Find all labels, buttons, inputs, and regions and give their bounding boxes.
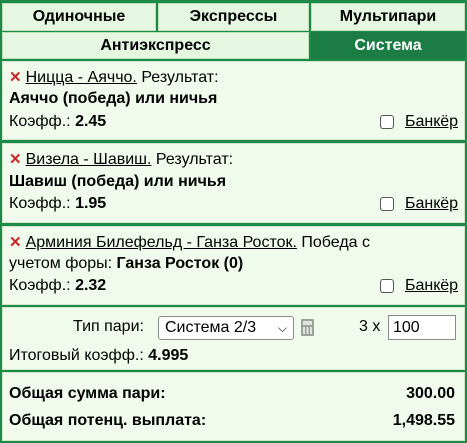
event-link[interactable]: Визела - Шавиш. [26,151,152,168]
bet-item: ✕ Ницца - Аяччо. Результат: Аяччо (победа… [2,61,465,140]
odds-label: Коэфф.: [9,195,71,212]
bet-type-value: Система 2/3 [165,319,257,336]
banker-control[interactable]: Банкёр [379,277,458,295]
bet-header: ✕ Ницца - Аяччо. Результат: [9,68,219,87]
tab-antiexpress[interactable]: Антиэкспресс [2,32,309,59]
totals-panel: Общая сумма пари: 300.00 Общая потенц. в… [2,372,465,441]
chevron-down-icon: ⌵ [277,321,287,335]
banker-checkbox[interactable] [379,115,394,129]
bet-pick: Аяччо (победа) или ничья [9,90,218,107]
banker-label[interactable]: Банкёр [405,195,458,213]
tab-single[interactable]: Одиночные [2,3,156,31]
odds-value: 2.32 [75,277,107,294]
event-link[interactable]: Арминия Билефельд - Ганза Росток. [26,234,297,251]
bet-desc: Результат: [151,151,234,168]
odds-value: 2.45 [75,113,107,130]
bet-item: ✕ Визела - Шавиш. Результат: Шавиш (побед… [2,143,465,223]
remove-icon[interactable]: ✕ [9,151,22,168]
bet-odds: Коэфф.: 2.45 [9,113,106,131]
bet-odds: Коэфф.: 2.32 [9,277,106,295]
bet-pick: Ганза Росток (0) [116,255,244,272]
bet-pick-line: учетом форы: Ганза Росток (0) [9,255,243,273]
banker-control[interactable]: Банкёр [379,195,458,213]
total-odds: Итоговый коэфф.: 4.995 [9,347,188,365]
bet-desc: Результат: [136,69,219,86]
remove-icon[interactable]: ✕ [9,69,22,86]
total-payout-value: 1,498.55 [392,412,455,429]
banker-control[interactable]: Банкёр [379,113,458,131]
bet-header: ✕ Визела - Шавиш. Результат: [9,150,233,169]
system-panel: Тип пари: Система 2/3 ⌵ 3 x Итоговый коэ… [2,307,465,370]
bet-slip: Одиночные Экспрессы Мультипари Антиэкспр… [0,0,467,443]
tab-express[interactable]: Экспрессы [158,3,309,31]
tab-multi[interactable]: Мультипари [311,3,465,31]
banker-checkbox[interactable] [379,197,394,211]
bet-header: ✕ Арминия Билефельд - Ганза Росток. Побед… [9,233,370,252]
bet-type-select[interactable]: Система 2/3 ⌵ [158,316,294,340]
total-sum-row: Общая сумма пари: 300.00 [9,385,455,403]
bet-odds: Коэфф.: 1.95 [9,195,106,213]
bet-item: ✕ Арминия Билефельд - Ганза Росток. Побед… [2,226,465,305]
banker-checkbox[interactable] [379,279,394,293]
multiplier-label: 3 x [359,318,381,335]
banker-label[interactable]: Банкёр [405,113,458,131]
total-odds-value: 4.995 [148,347,189,364]
event-link[interactable]: Ницца - Аяччо. [26,69,137,86]
stake-input[interactable] [388,315,456,340]
total-sum-value: 300.00 [406,385,455,402]
total-odds-label: Итоговый коэфф.: [9,347,144,364]
bet-type-label: Тип пари: [73,318,144,335]
total-sum-label: Общая сумма пари: [9,385,166,402]
bet-desc: Победа с [296,234,370,251]
bet-pick: Шавиш (победа) или ничья [9,173,227,190]
bet-desc-cont: учетом форы: [9,255,117,272]
calculator-icon[interactable] [301,319,314,336]
banker-label[interactable]: Банкёр [405,277,458,295]
remove-icon[interactable]: ✕ [9,234,22,251]
tab-system[interactable]: Система [311,32,465,59]
total-payout-row: Общая потенц. выплата: 1,498.55 [9,412,455,430]
odds-value: 1.95 [75,195,107,212]
total-payout-label: Общая потенц. выплата: [9,412,207,429]
odds-label: Коэфф.: [9,277,71,294]
odds-label: Коэфф.: [9,113,71,130]
